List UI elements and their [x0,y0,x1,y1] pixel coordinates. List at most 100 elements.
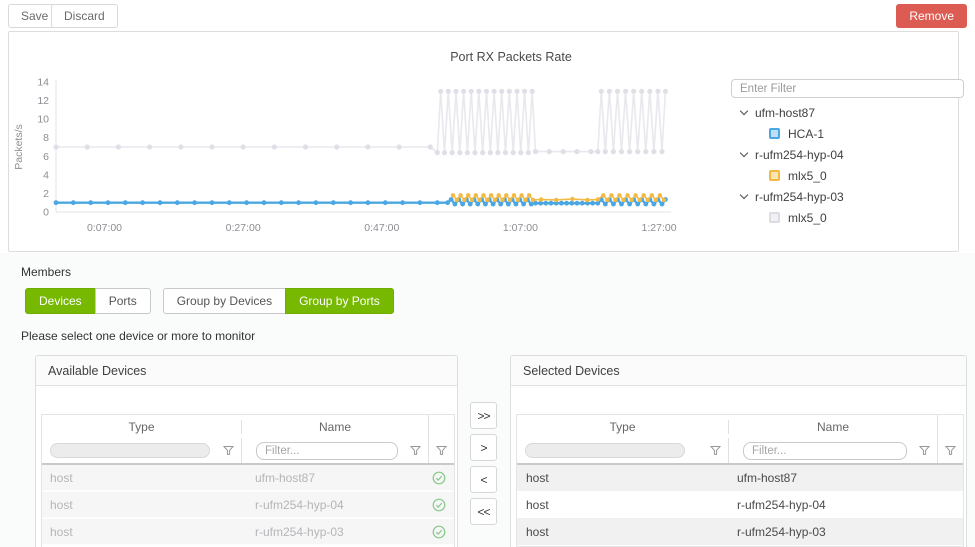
column-header-type[interactable]: Type [42,420,241,434]
move-right-button[interactable]: > [470,434,497,461]
cell-name: r-ufm254-hyp-04 [728,498,963,512]
svg-text:1:07:00: 1:07:00 [503,222,538,234]
selected-devices-title: Selected Devices [511,356,966,386]
table-filter-row [42,438,454,465]
column-header-trail [937,415,963,438]
available-devices-panel: Available Devices Type Name host ufm-hos… [35,355,458,547]
cell-type: host [517,525,728,539]
svg-text:Packets/s: Packets/s [13,124,25,170]
cell-type: host [42,471,241,485]
cell-type: host [517,471,728,485]
line-chart: 024681012140:07:000:27:000:47:001:07:001… [11,78,681,238]
tree-leaf-label: mlx5_0 [788,211,827,225]
column-header-name[interactable]: Name [241,420,428,434]
column-header-type[interactable]: Type [517,420,728,434]
table-filter-row [517,438,963,465]
legend-swatch-icon [769,212,780,223]
svg-text:1:27:00: 1:27:00 [642,222,677,234]
svg-text:0: 0 [43,207,49,219]
transfer-buttons: >>><<< [470,402,497,525]
cell-type: host [517,498,728,512]
device-row-r-ufm254-hyp-03: host r-ufm254-hyp-03 [42,519,454,546]
svg-text:0:27:00: 0:27:00 [226,222,261,234]
cell-name: r-ufm254-hyp-04 [241,498,454,512]
device-row-r-ufm254-hyp-04: host r-ufm254-hyp-04 [42,492,454,519]
members-toggle-group-by-ports[interactable]: Group by Ports [285,288,394,314]
members-button-group: Group by DevicesGroup by Ports [163,288,394,314]
cell-name: ufm-host87 [241,471,454,485]
name-filter-cell [728,438,937,463]
svg-text:12: 12 [37,95,49,107]
chart-title: Port RX Packets Rate [64,50,958,64]
column-header-name[interactable]: Name [728,420,937,434]
cell-name-text: r-ufm254-hyp-04 [737,498,826,512]
filter-funnel-icon[interactable] [945,445,956,456]
tree-group-r-ufm254-hyp-04[interactable]: r-ufm254-hyp-04 [733,144,965,165]
legend-swatch-icon [769,170,780,181]
cell-name: ufm-host87 [728,471,963,485]
members-button-group: DevicesPorts [25,288,151,314]
remove-button[interactable]: Remove [896,4,967,28]
available-devices-table: Type Name host ufm-host87 host r-ufm254-… [41,414,455,547]
type-filter-cell [517,438,728,463]
svg-text:4: 4 [43,169,49,181]
move-left-button[interactable]: < [470,466,497,493]
check-circle-icon [432,471,446,485]
name-filter-input[interactable] [256,442,398,460]
members-toggle-devices[interactable]: Devices [25,288,96,314]
selected-devices-table: Type Name host ufm-host87 host r-ufm254-… [516,414,964,547]
tree-group-label: r-ufm254-hyp-04 [755,148,844,162]
cell-name-text: ufm-host87 [737,471,797,485]
members-toggle-group-by-devices[interactable]: Group by Devices [163,288,286,314]
legend-tree: ufm-host87 HCA-1 r-ufm254-hyp-04 mlx5_0 … [733,102,965,228]
svg-text:8: 8 [43,132,49,144]
members-section: Members DevicesPorts Group by DevicesGrou… [0,253,975,547]
column-header-trail [428,415,454,438]
check-circle-icon [432,525,446,539]
table-header-row: Type Name [42,415,454,438]
filter-funnel-icon[interactable] [710,445,721,456]
name-filter-input[interactable] [743,442,907,460]
tree-group-label: ufm-host87 [755,106,815,120]
tree-leaf-HCA-1[interactable]: HCA-1 [733,123,965,144]
chart-panel: Port RX Packets Rate 024681012140:07:000… [8,31,959,252]
members-toggle-ports[interactable]: Ports [95,288,151,314]
cell-type: host [42,498,241,512]
tree-leaf-mlx5_0[interactable]: mlx5_0 [733,207,965,228]
filter-funnel-icon[interactable] [436,445,447,456]
legend-swatch-icon [769,128,780,139]
svg-text:2: 2 [43,188,49,200]
type-filter-disabled-input [50,443,210,458]
chevron-down-icon[interactable] [740,106,748,114]
monitor-editor-page: Save Discard Remove Port RX Packets Rate… [0,0,975,547]
cell-name-text: ufm-host87 [255,471,315,485]
move-all-right-button[interactable]: >> [470,402,497,429]
tree-leaf-mlx5_0[interactable]: mlx5_0 [733,165,965,186]
trail-filter-cell [937,438,963,463]
filter-funnel-icon[interactable] [410,445,421,456]
filter-funnel-icon[interactable] [919,445,930,456]
discard-button[interactable]: Discard [51,4,118,28]
device-row-ufm-host87[interactable]: host ufm-host87 [517,465,963,492]
table-header-row: Type Name [517,415,963,438]
cell-name-text: r-ufm254-hyp-03 [737,525,826,539]
svg-text:10: 10 [37,114,49,126]
move-all-left-button[interactable]: << [470,498,497,525]
device-row-r-ufm254-hyp-03[interactable]: host r-ufm254-hyp-03 [517,519,963,546]
tree-group-r-ufm254-hyp-03[interactable]: r-ufm254-hyp-03 [733,186,965,207]
device-row-r-ufm254-hyp-04[interactable]: host r-ufm254-hyp-04 [517,492,963,519]
legend-filter-input[interactable] [731,79,964,98]
check-circle-icon [432,498,446,512]
chevron-down-icon[interactable] [740,148,748,156]
type-filter-cell [42,438,241,463]
tree-group-label: r-ufm254-hyp-03 [755,190,844,204]
cell-type: host [42,525,241,539]
svg-text:6: 6 [43,151,49,163]
name-filter-cell [241,438,428,463]
filter-funnel-icon[interactable] [223,445,234,456]
members-label: Members [21,265,71,279]
tree-group-ufm-host87[interactable]: ufm-host87 [733,102,965,123]
svg-text:14: 14 [37,78,49,89]
chevron-down-icon[interactable] [740,190,748,198]
tree-leaf-label: HCA-1 [788,127,824,141]
